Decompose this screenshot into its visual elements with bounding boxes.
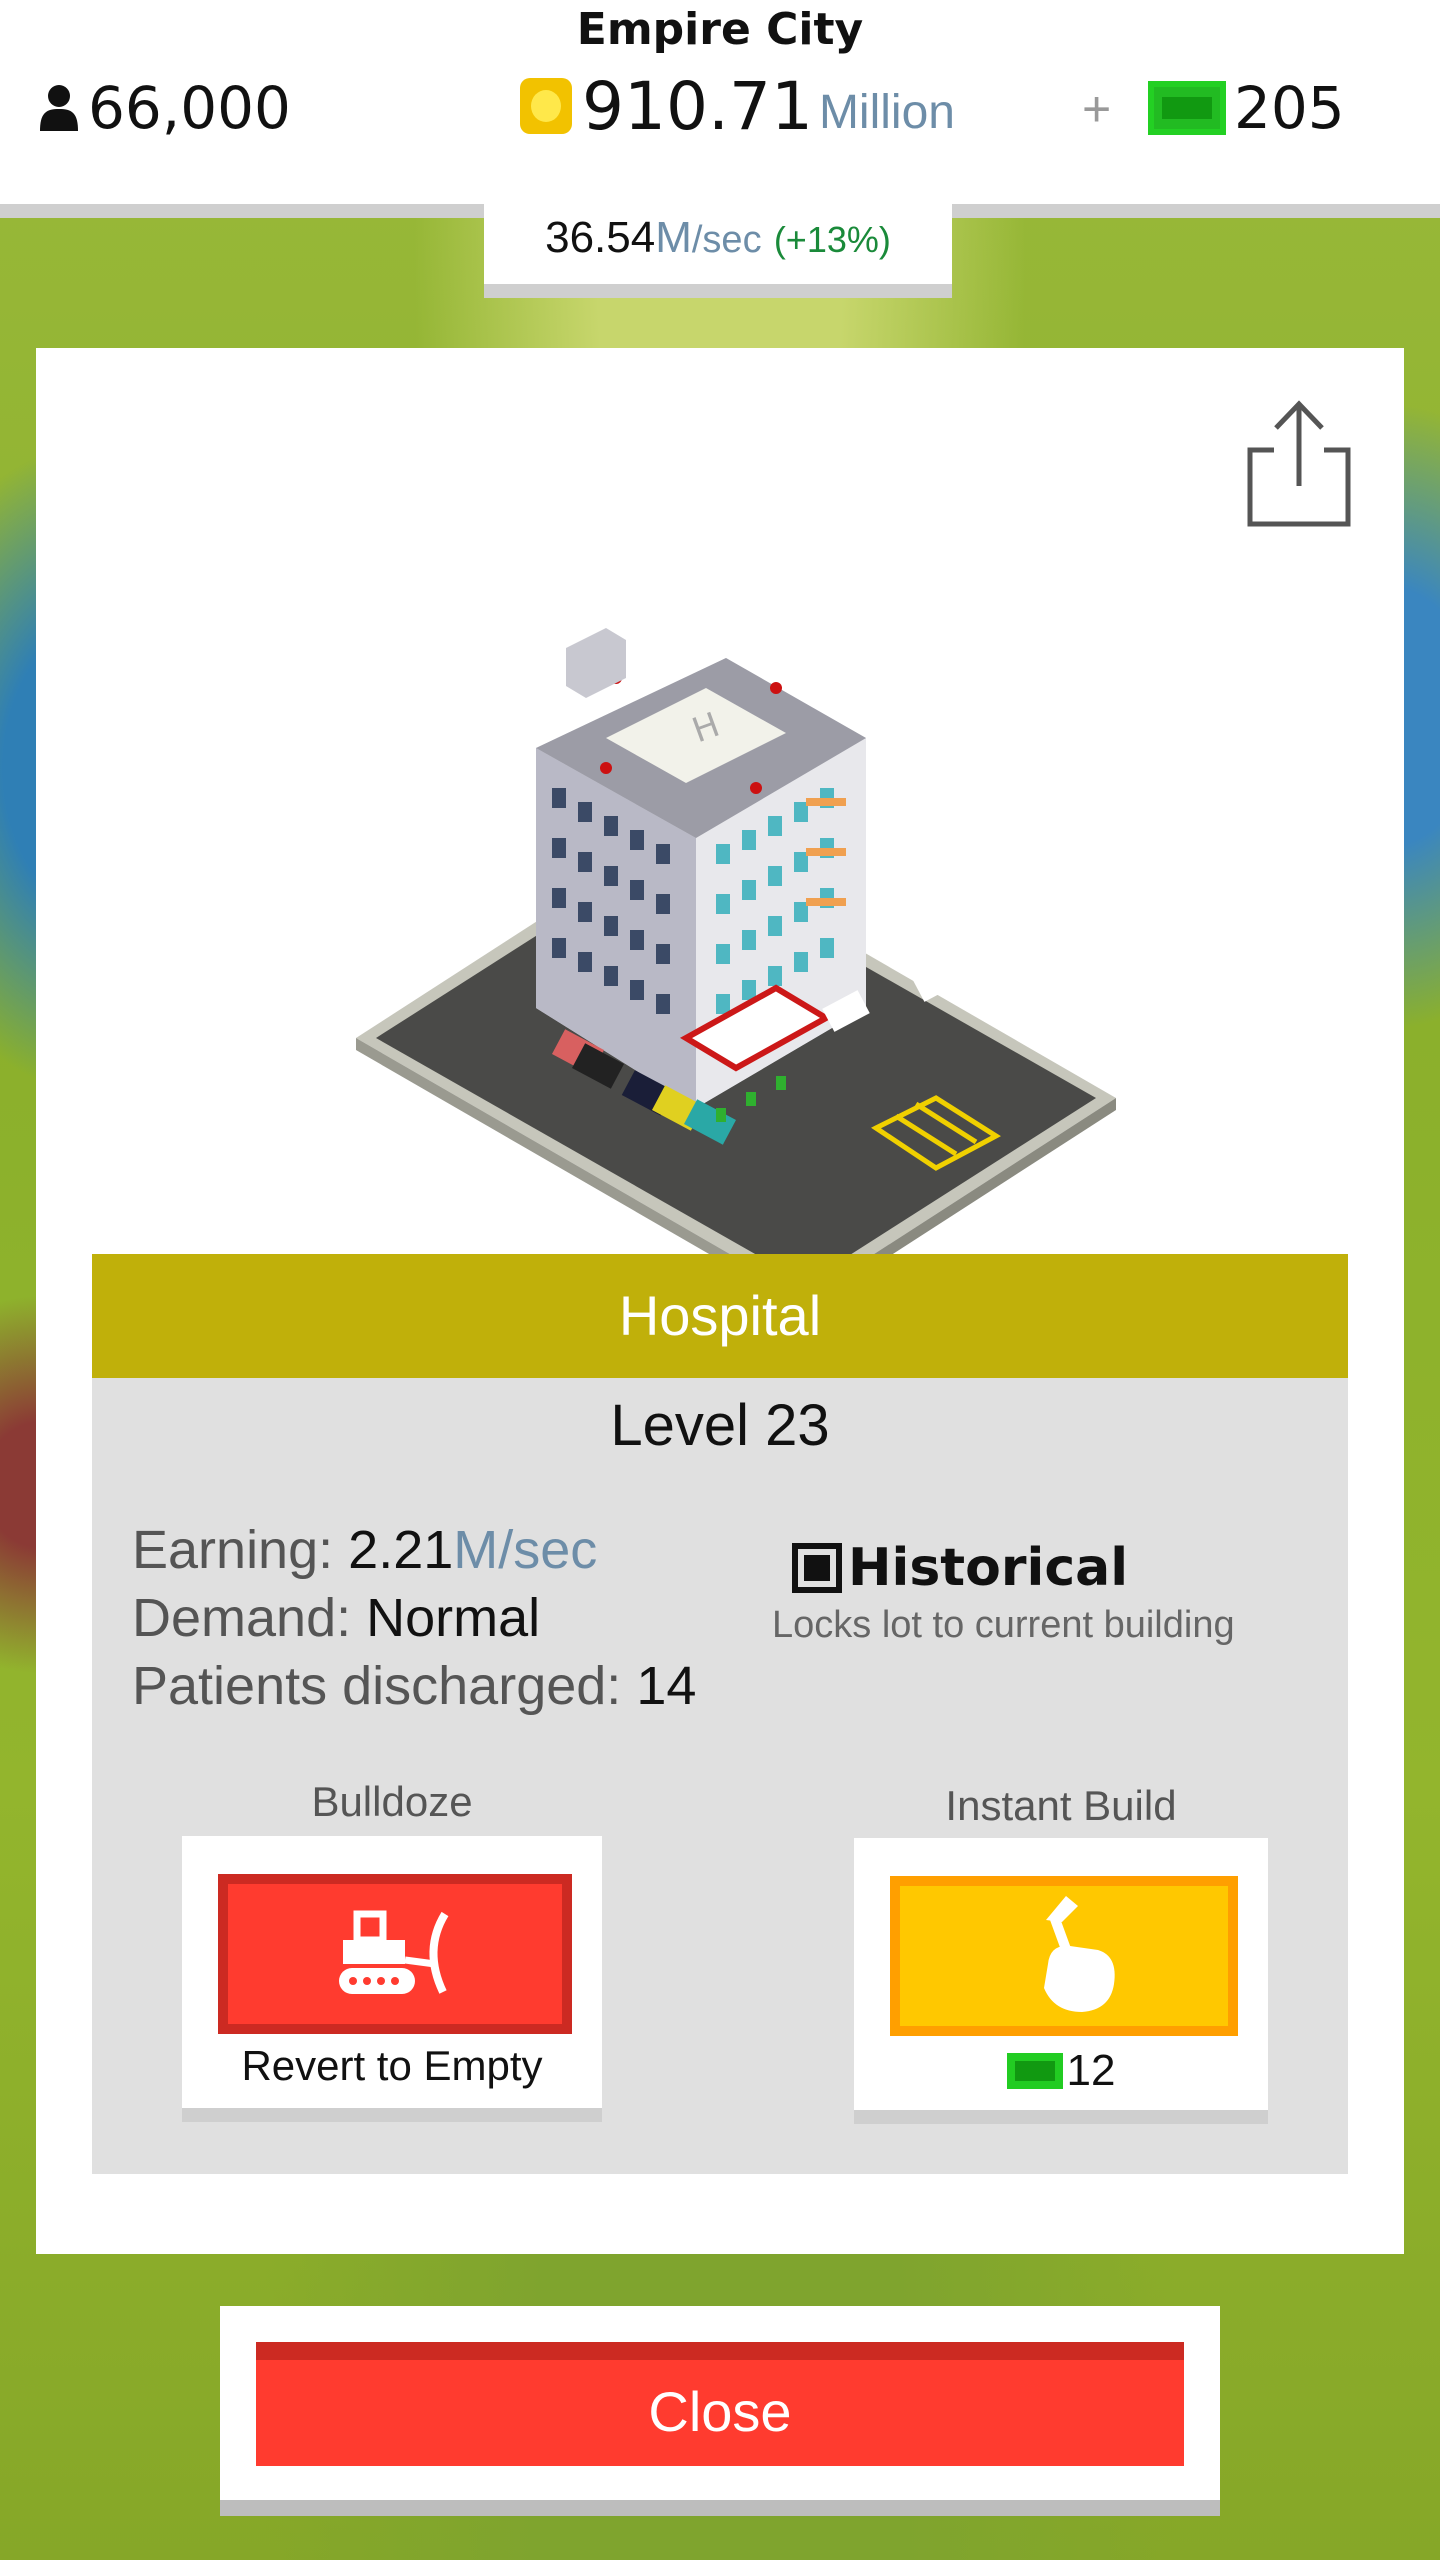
bulldozer-icon xyxy=(339,1910,449,1994)
cash-icon xyxy=(1006,2053,1063,2089)
instant-build-card-shadow xyxy=(854,2110,1268,2124)
add-cash-button[interactable]: + xyxy=(1082,80,1111,138)
patients-label: Patients discharged: xyxy=(132,1656,622,1716)
rate-bonus: (+13%) xyxy=(773,219,891,260)
patients-row: Patients discharged: 14 xyxy=(132,1652,696,1720)
top-hud: Empire City 66,000 910.71 Million + 205 xyxy=(0,0,1440,204)
bulldoze-label: Bulldoze xyxy=(311,1778,473,1825)
coin-icon xyxy=(520,78,572,134)
population-value: 66,000 xyxy=(88,74,291,142)
income-rate-tab-shadow xyxy=(484,284,952,298)
earning-value: 2.21 xyxy=(348,1520,454,1580)
patients-value: 14 xyxy=(636,1656,697,1716)
population-counter: 66,000 xyxy=(36,74,291,142)
cash-counter[interactable]: 205 xyxy=(1148,74,1345,142)
instant-build-button[interactable] xyxy=(890,1876,1238,2036)
revert-to-empty-label: Revert to Empty xyxy=(241,2042,543,2089)
rate-unit: M xyxy=(655,213,692,262)
instant-build-card: 12 xyxy=(854,1838,1268,2110)
hammer-hand-icon xyxy=(1044,1896,1115,2012)
share-icon[interactable] xyxy=(1244,398,1354,530)
earning-unit: M/sec xyxy=(453,1520,598,1580)
building-level: Level 23 xyxy=(610,1393,830,1458)
demand-label: Demand: xyxy=(132,1588,352,1648)
cash-icon xyxy=(1148,81,1226,135)
coins-value: 910.71 xyxy=(582,68,813,145)
demand-value: Normal xyxy=(366,1588,541,1648)
close-button[interactable]: Close xyxy=(256,2342,1184,2466)
historical-description: Locks lot to current building xyxy=(772,1604,1235,1646)
coins-unit: Million xyxy=(818,85,955,139)
city-name: Empire City xyxy=(576,4,864,55)
cash-value: 205 xyxy=(1234,74,1345,142)
bulldoze-button[interactable] xyxy=(218,1874,572,2034)
historical-toggle[interactable]: Historical Locks lot to current building xyxy=(772,1538,1235,1647)
close-frame: Close xyxy=(220,2306,1220,2500)
earning-row: Earning: 2.21M/sec xyxy=(132,1516,696,1584)
instant-build-label: Instant Build xyxy=(945,1782,1177,1829)
demand-row: Demand: Normal xyxy=(132,1584,696,1652)
building-panel: H Hospital Level 23 Earning: 2.21M/sec D… xyxy=(36,348,1404,2254)
rate-value: 36.54 xyxy=(545,213,656,262)
building-title-bar: Hospital xyxy=(92,1254,1348,1378)
instant-build-cost: 12 xyxy=(854,2046,1268,2096)
income-rate-tab: 36.54M/sec (+13%) xyxy=(484,204,952,284)
checkbox-icon[interactable] xyxy=(792,1543,842,1593)
hospital-building-image: H xyxy=(356,628,1116,1310)
person-icon xyxy=(40,85,78,131)
coins-counter: 910.71 Million xyxy=(520,74,955,140)
rate-suffix: /sec xyxy=(691,219,762,261)
earning-label: Earning: xyxy=(132,1520,334,1580)
building-stats: Earning: 2.21M/sec Demand: Normal Patien… xyxy=(132,1516,696,1720)
close-frame-shadow xyxy=(220,2500,1220,2516)
building-info: Level 23 Earning: 2.21M/sec Demand: Norm… xyxy=(92,1378,1348,2174)
bulldoze-card: Revert to Empty xyxy=(182,1836,602,2108)
historical-label: Historical xyxy=(848,1538,1129,1598)
bulldoze-card-shadow xyxy=(182,2108,602,2122)
instant-build-cost-value: 12 xyxy=(1066,2046,1116,2095)
